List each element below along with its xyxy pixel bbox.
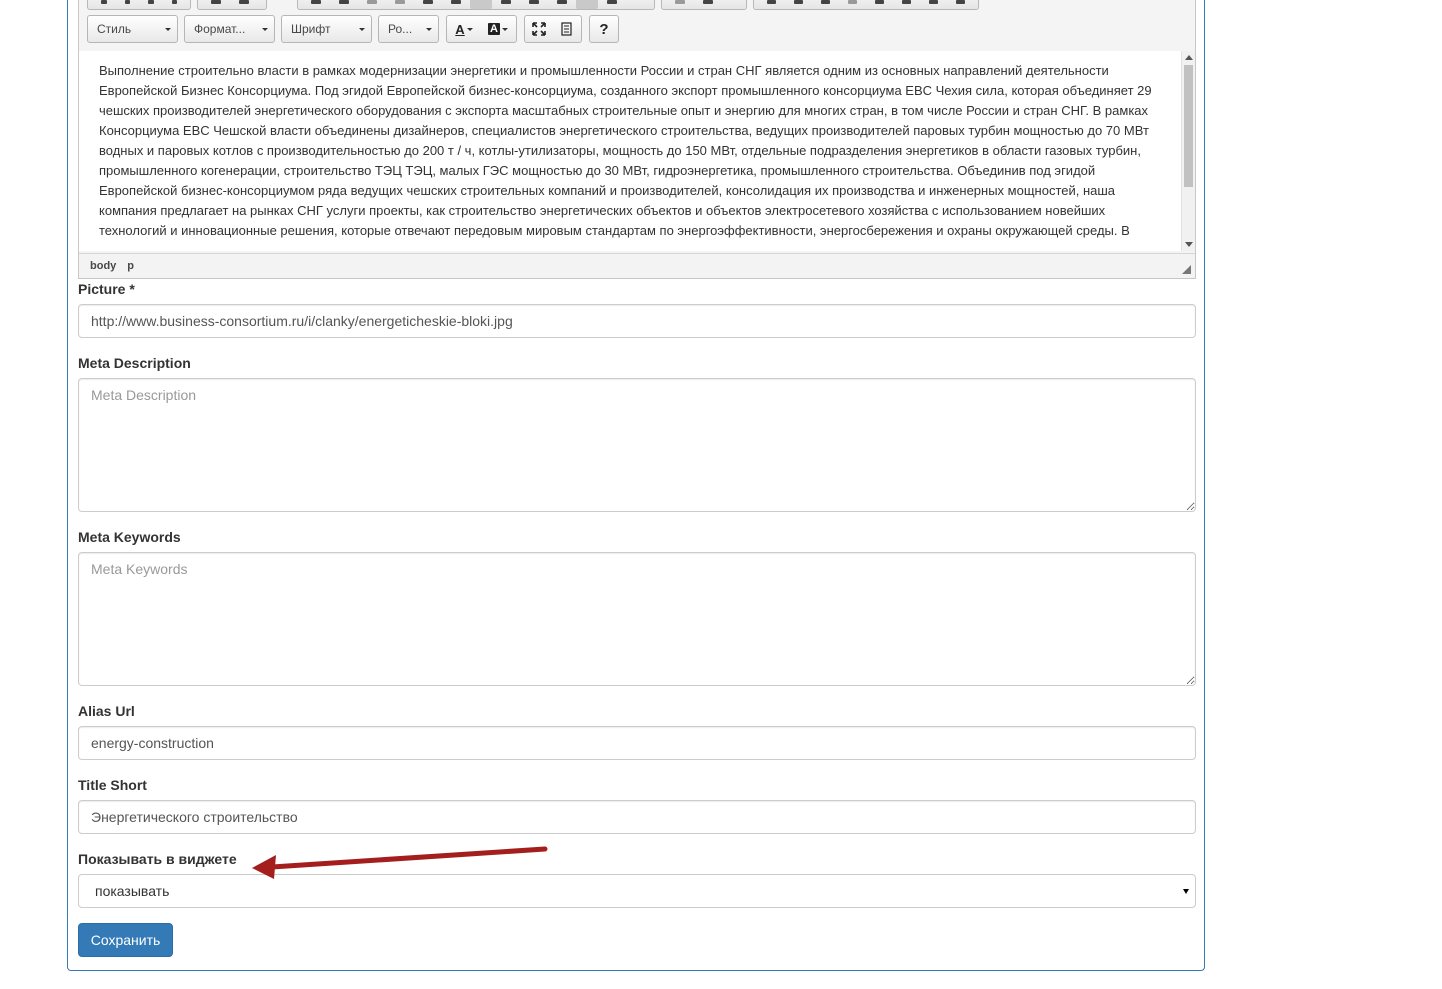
resize-handle-icon[interactable]	[1182, 265, 1191, 274]
meta-keywords-textarea[interactable]	[78, 552, 1196, 686]
toolbar-group-tools	[524, 15, 582, 43]
dropdown-arrow-icon	[1183, 889, 1189, 894]
scroll-thumb[interactable]	[1184, 65, 1193, 187]
maximize-icon	[532, 22, 546, 36]
toolbar-group-paragraph[interactable]	[297, 0, 655, 10]
font-combo-label: Шрифт	[291, 22, 331, 36]
toolbar-group-colors: A A	[446, 15, 517, 43]
font-combo[interactable]: Шрифт	[281, 15, 372, 43]
maximize-button[interactable]	[525, 16, 553, 42]
show-in-widget-label: Показывать в виджете	[78, 851, 237, 867]
toolbar-group-basic-styles[interactable]	[87, 0, 191, 10]
element-path-bar: body p	[79, 253, 1195, 278]
picture-label: Picture *	[78, 281, 135, 297]
help-icon: ?	[599, 20, 609, 38]
chevron-down-icon	[426, 28, 432, 31]
editor-content-area[interactable]: Выполнение строительно власти в рамках м…	[79, 51, 1181, 251]
show-in-widget-selected-value: показывать	[95, 883, 170, 899]
save-button[interactable]: Сохранить	[78, 923, 173, 957]
meta-keywords-label: Meta Keywords	[78, 529, 181, 545]
chevron-down-icon	[165, 28, 171, 31]
alias-url-input[interactable]	[78, 726, 1196, 760]
style-combo-label: Стиль	[97, 22, 132, 36]
alias-url-label: Alias Url	[78, 703, 135, 719]
title-short-label: Title Short	[78, 777, 147, 793]
help-button[interactable]: ?	[590, 16, 618, 42]
bg-color-icon: A	[488, 23, 500, 35]
editor-scrollbar[interactable]	[1181, 51, 1195, 251]
rich-text-editor: Стиль Формат... Шрифт Ро... A A ? Выполн…	[78, 0, 1196, 279]
text-color-button[interactable]: A	[447, 16, 481, 42]
font-size-combo-label: Ро...	[388, 22, 413, 36]
meta-description-label: Meta Description	[78, 355, 191, 371]
scroll-up-icon[interactable]	[1185, 55, 1193, 60]
font-size-combo[interactable]: Ро...	[378, 15, 439, 43]
toolbar-group-help: ?	[589, 15, 619, 43]
show-blocks-button[interactable]	[553, 16, 581, 42]
editor-paragraph: Выполнение строительно власти в рамках м…	[99, 63, 1152, 238]
show-blocks-icon	[561, 22, 572, 36]
picture-input[interactable]	[78, 304, 1196, 338]
scroll-down-icon[interactable]	[1185, 242, 1193, 247]
path-item-p[interactable]: p	[127, 260, 134, 272]
format-combo[interactable]: Формат...	[184, 15, 275, 43]
background-color-button[interactable]: A	[481, 16, 515, 42]
style-combo[interactable]: Стиль	[87, 15, 178, 43]
toolbar-group-insert[interactable]	[753, 0, 979, 10]
toolbar-group-remove-format[interactable]	[197, 0, 267, 10]
format-combo-label: Формат...	[194, 22, 246, 36]
chevron-down-icon	[262, 28, 268, 31]
chevron-down-icon	[359, 28, 365, 31]
title-short-input[interactable]	[78, 800, 1196, 834]
annotation-arrow-icon	[252, 846, 548, 879]
editor-toolbar-row-1	[79, 0, 1195, 11]
text-color-icon: A	[455, 21, 465, 37]
toolbar-group-links[interactable]	[661, 0, 747, 10]
path-item-body[interactable]: body	[90, 260, 116, 272]
meta-description-textarea[interactable]	[78, 378, 1196, 512]
